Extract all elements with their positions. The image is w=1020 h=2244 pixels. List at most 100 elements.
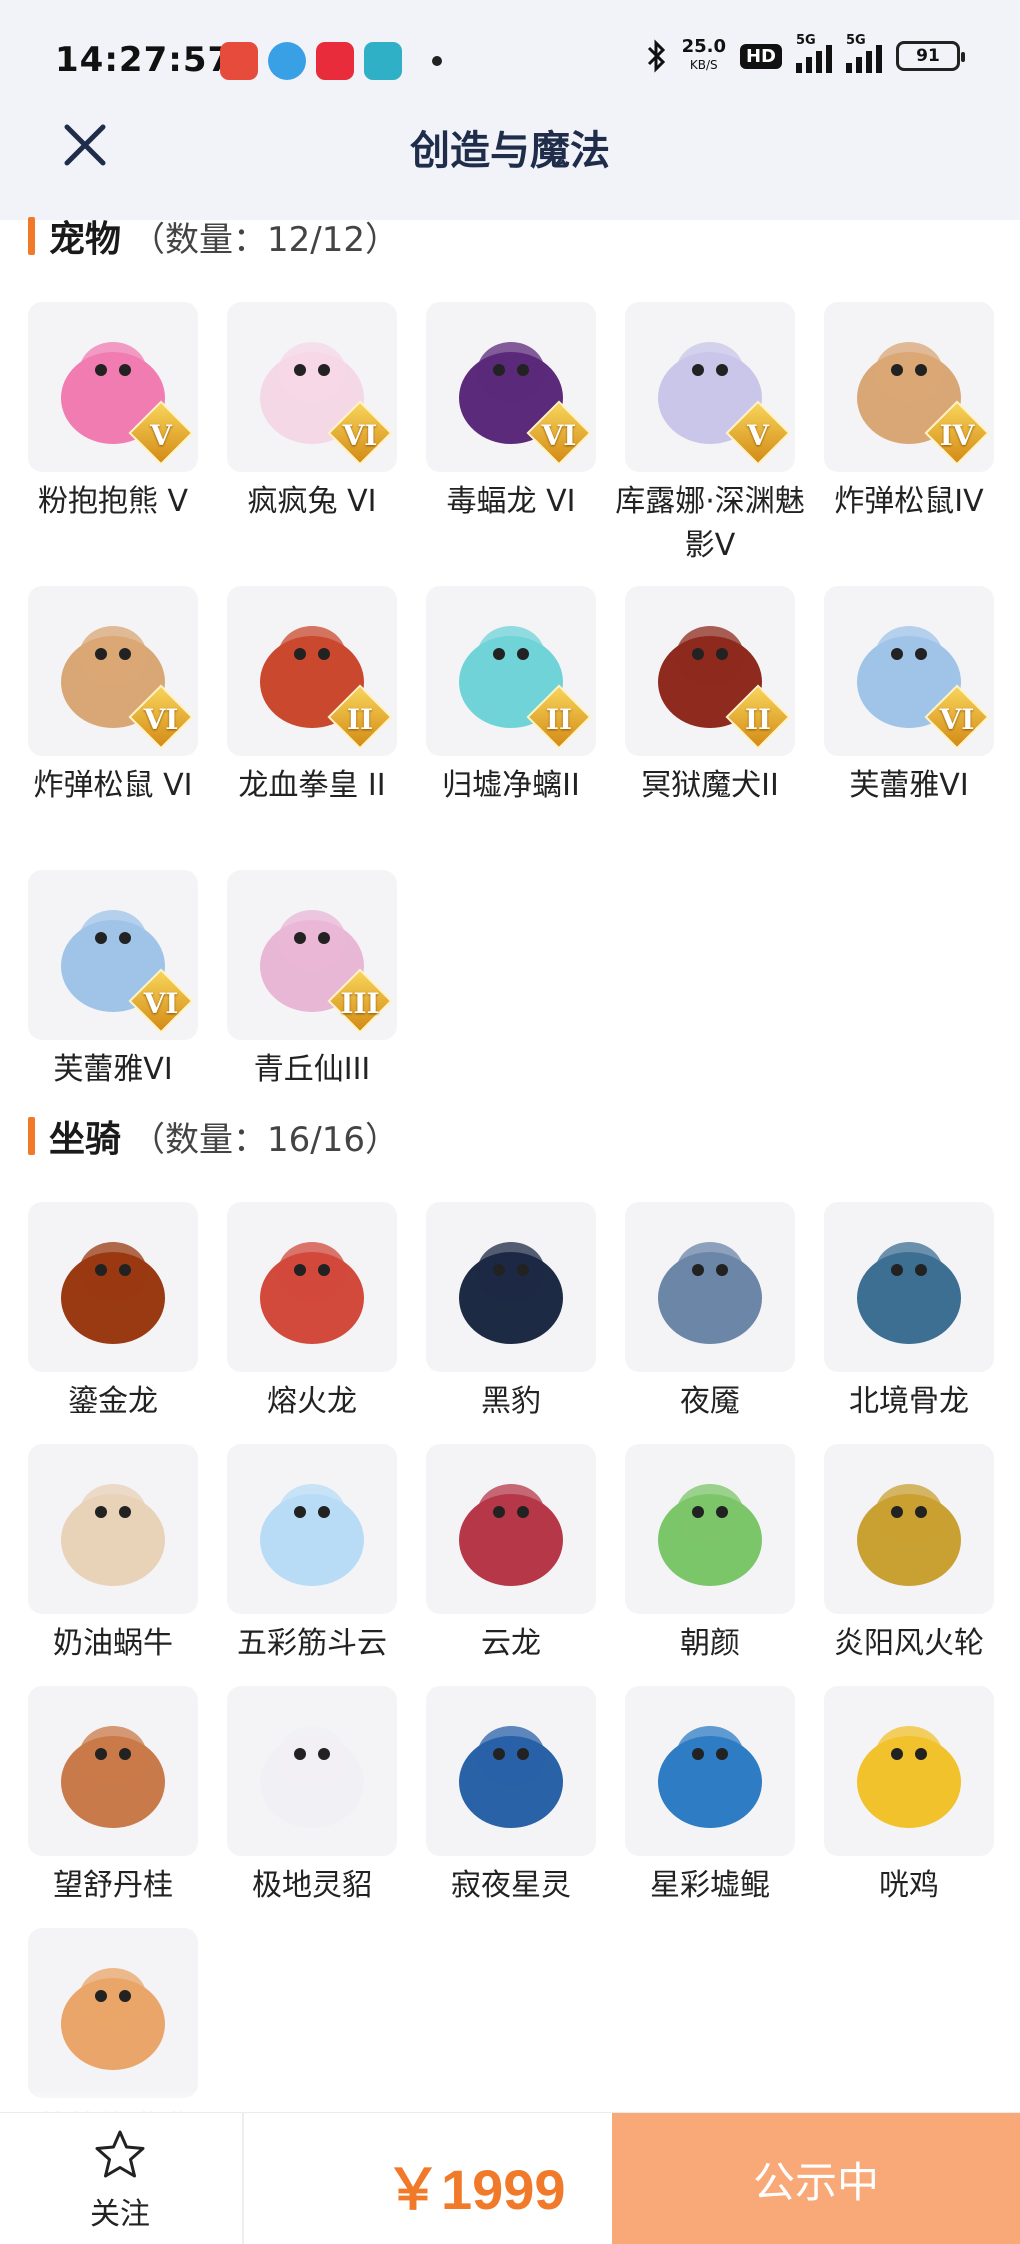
mounts-item[interactable]: 朝颜	[625, 1444, 795, 1666]
mounts-thumbnail	[625, 1202, 795, 1372]
mounts-item[interactable]: 夜魇	[625, 1202, 795, 1424]
mounts-item-label: 朝颜	[680, 1626, 740, 1661]
rank-badge-text: II	[545, 703, 573, 736]
mounts-image	[260, 1484, 364, 1586]
pets-item-label: 粉抱抱熊 V	[37, 484, 189, 519]
mounts-item[interactable]: 寂夜星灵	[426, 1686, 596, 1908]
pets-thumbnail: II	[625, 586, 795, 756]
pets-item[interactable]: VI 毒蝠龙 VI	[426, 302, 596, 524]
mounts-image	[658, 1242, 762, 1344]
mounts-thumbnail	[227, 1686, 397, 1856]
mounts-item[interactable]: 极地灵貂	[227, 1686, 397, 1908]
system-indicators: 25.0 KB/S HD 5G 5G 91	[646, 33, 965, 74]
pets-item-label: 炸弹松鼠 VI	[33, 768, 193, 803]
mounts-item[interactable]: 云龙	[426, 1444, 596, 1666]
mounts-thumbnail	[625, 1686, 795, 1856]
pets-item-label: 芙蕾雅VI	[53, 1052, 173, 1087]
rank-badge-text: V	[747, 419, 769, 452]
hd-badge: HD	[739, 43, 782, 69]
pets-item[interactable]: VI 疯疯兔 VI	[227, 302, 397, 524]
rank-badge-text: II	[346, 703, 374, 736]
pets-item-label: 毒蝠龙 VI	[446, 484, 576, 519]
follow-button[interactable]: 关注	[60, 2121, 180, 2241]
mounts-item-label: 寂夜星灵	[451, 1868, 571, 1903]
notification-icons	[220, 42, 442, 80]
pets-item[interactable]: V 粉抱抱熊 V	[28, 302, 198, 524]
signal-label-2: 5G	[846, 33, 866, 48]
mounts-thumbnail	[28, 1928, 198, 2098]
pets-section-title: 宠物	[49, 219, 122, 260]
pets-thumbnail: VI	[824, 586, 994, 756]
scroll-fade	[0, 2090, 1020, 2114]
net-speed-unit: KB/S	[689, 58, 718, 72]
signal-label: 5G	[796, 33, 816, 48]
more-notifications-dot	[432, 56, 442, 66]
mounts-image	[61, 1484, 165, 1586]
rank-badge-text: VI	[342, 419, 378, 452]
pets-thumbnail: VI	[227, 302, 397, 472]
net-speed: 25.0 KB/S	[682, 38, 726, 74]
pets-item-label: 库露娜·深渊魅影V	[615, 484, 805, 563]
mounts-thumbnail	[227, 1202, 397, 1372]
mounts-image	[260, 1242, 364, 1344]
mounts-item-label: 云龙	[481, 1626, 541, 1661]
pets-item-label: 龙血拳皇 II	[238, 768, 386, 803]
signal-icon-2: 5G	[846, 33, 882, 73]
pets-section-count: （数量：12/12）	[131, 219, 399, 260]
pets-item[interactable]: V 库露娜·深渊魅影V	[615, 302, 805, 568]
mounts-item-label: 咣鸡	[879, 1868, 939, 1903]
mounts-item[interactable]: 五彩筋斗云	[227, 1444, 397, 1666]
pets-item[interactable]: II 龙血拳皇 II	[227, 586, 397, 808]
mounts-thumbnail	[227, 1444, 397, 1614]
mounts-section-count: （数量：16/16）	[131, 1119, 399, 1160]
mounts-item[interactable]: 咣鸡	[824, 1686, 994, 1908]
section-accent-bar	[28, 1117, 35, 1155]
pets-item-label: 炸弹松鼠IV	[834, 484, 984, 519]
mounts-item[interactable]: 星彩墟鲲	[625, 1686, 795, 1908]
pets-item-label: 疯疯兔 VI	[247, 484, 377, 519]
pets-item[interactable]: IV 炸弹松鼠IV	[824, 302, 994, 524]
bottom-bar: 关注 ￥1999 公示中	[0, 2112, 1020, 2244]
mounts-image	[459, 1726, 563, 1828]
pets-section-header: 宠物 （数量：12/12）	[28, 214, 399, 260]
pets-thumbnail: III	[227, 870, 397, 1040]
pets-item[interactable]: VI 芙蕾雅VI	[28, 870, 198, 1092]
mounts-item[interactable]: 熔火龙	[227, 1202, 397, 1424]
pets-thumbnail: VI	[28, 870, 198, 1040]
pets-item[interactable]: VI 炸弹松鼠 VI	[28, 586, 198, 808]
xiaohongshu-icon	[316, 42, 354, 80]
mounts-section-header: 坐骑 （数量：16/16）	[28, 1114, 399, 1160]
rank-badge-text: IV	[939, 419, 975, 452]
signal-icon: 5G	[796, 33, 832, 73]
rank-badge-text: VI	[541, 419, 577, 452]
mounts-item-label: 五彩筋斗云	[237, 1626, 387, 1661]
mounts-item-label: 熔火龙	[267, 1384, 357, 1419]
page-title: 创造与魔法	[410, 128, 610, 174]
pets-item-label: 归墟净螭II	[442, 768, 580, 803]
pets-item[interactable]: II 冥狱魔犬II	[625, 586, 795, 808]
mounts-image	[658, 1484, 762, 1586]
pets-item[interactable]: VI 芙蕾雅VI	[824, 586, 994, 808]
pets-item[interactable]: III 青丘仙III	[227, 870, 397, 1092]
mounts-item[interactable]: 炎阳风火轮	[824, 1444, 994, 1666]
mounts-item[interactable]: 奶油蜗牛	[28, 1444, 198, 1666]
mounts-image	[61, 1726, 165, 1828]
pets-thumbnail: V	[625, 302, 795, 472]
mounts-item-label: 星彩墟鲲	[650, 1868, 770, 1903]
mounts-item[interactable]: 鎏金龙	[28, 1202, 198, 1424]
battery-icon: 91	[896, 41, 965, 71]
mounts-item[interactable]: 望舒丹桂	[28, 1686, 198, 1908]
pets-item[interactable]: II 归墟净螭II	[426, 586, 596, 808]
pets-item-label: 青丘仙III	[253, 1052, 371, 1087]
mounts-image	[658, 1726, 762, 1828]
mounts-item-label: 望舒丹桂	[53, 1868, 173, 1903]
mounts-image	[857, 1726, 961, 1828]
mounts-image	[61, 1968, 165, 2070]
app-notification-icon	[220, 42, 258, 80]
top-bar: 14:27:57 25.0 KB/S HD 5G 5G 91 创造与魔法	[0, 0, 1020, 220]
section-accent-bar	[28, 217, 35, 255]
public-notice-button[interactable]: 公示中	[612, 2113, 1020, 2244]
mounts-item[interactable]: 黑豹	[426, 1202, 596, 1424]
mounts-item-label: 夜魇	[680, 1384, 740, 1419]
mounts-item[interactable]: 北境骨龙	[824, 1202, 994, 1424]
